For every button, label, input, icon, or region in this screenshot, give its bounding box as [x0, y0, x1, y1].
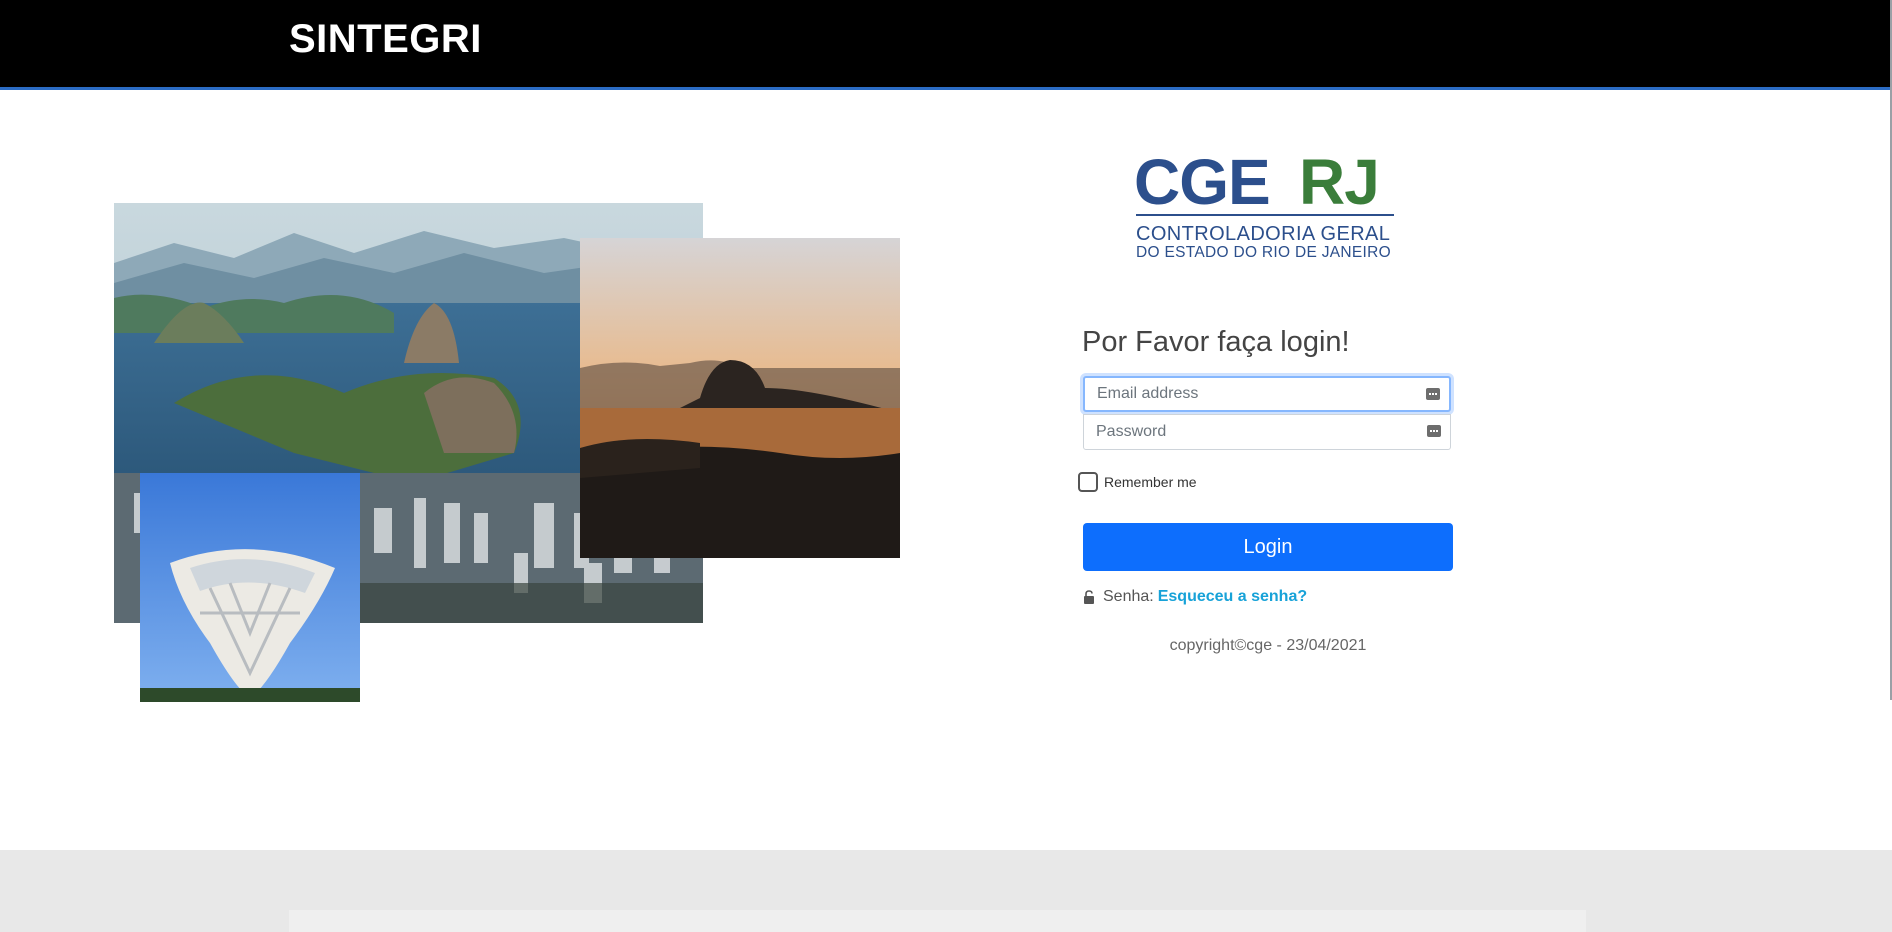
password-input[interactable] — [1084, 415, 1416, 449]
login-heading: Por Favor faça login! — [1082, 326, 1350, 358]
cge-rj-logo: CGE RJ CONTROLADORIA GERAL DO ESTADO DO … — [1134, 150, 1398, 262]
logo-subtitle-line1: CONTROLADORIA GERAL — [1136, 223, 1391, 245]
logo-subtitle-line2: DO ESTADO DO RIO DE JANEIRO — [1136, 244, 1391, 261]
password-manager-icon[interactable] — [1427, 425, 1441, 437]
logo-cge-text: CGE — [1134, 146, 1271, 218]
remember-me-checkbox[interactable] — [1078, 472, 1098, 492]
email-input[interactable] — [1085, 378, 1417, 410]
login-button[interactable]: Login — [1083, 523, 1453, 571]
page-footer — [0, 850, 1892, 932]
forgot-prefix: Senha: — [1103, 588, 1154, 605]
museum-of-tomorrow-photo — [140, 473, 360, 702]
top-navbar: SINTEGRI — [0, 0, 1890, 90]
unlock-icon — [1084, 590, 1094, 604]
password-manager-icon[interactable] — [1426, 388, 1440, 400]
logo-divider — [1136, 214, 1394, 216]
footer-container — [289, 910, 1586, 932]
email-field[interactable] — [1083, 376, 1451, 412]
password-field[interactable] — [1083, 414, 1451, 450]
logo-rj-text: RJ — [1299, 146, 1380, 218]
forgot-password-link[interactable]: Esqueceu a senha? — [1158, 588, 1307, 606]
remember-me[interactable]: Remember me — [1078, 471, 1197, 493]
brand-title[interactable]: SINTEGRI — [289, 17, 482, 62]
copyright-text: copyright©cge - 23/04/2021 — [1169, 637, 1367, 654]
sunset-sugarloaf-photo — [580, 238, 900, 558]
remember-me-label[interactable]: Remember me — [1104, 474, 1197, 490]
forgot-password-row: Senha: Esqueceu a senha? — [1083, 588, 1307, 606]
